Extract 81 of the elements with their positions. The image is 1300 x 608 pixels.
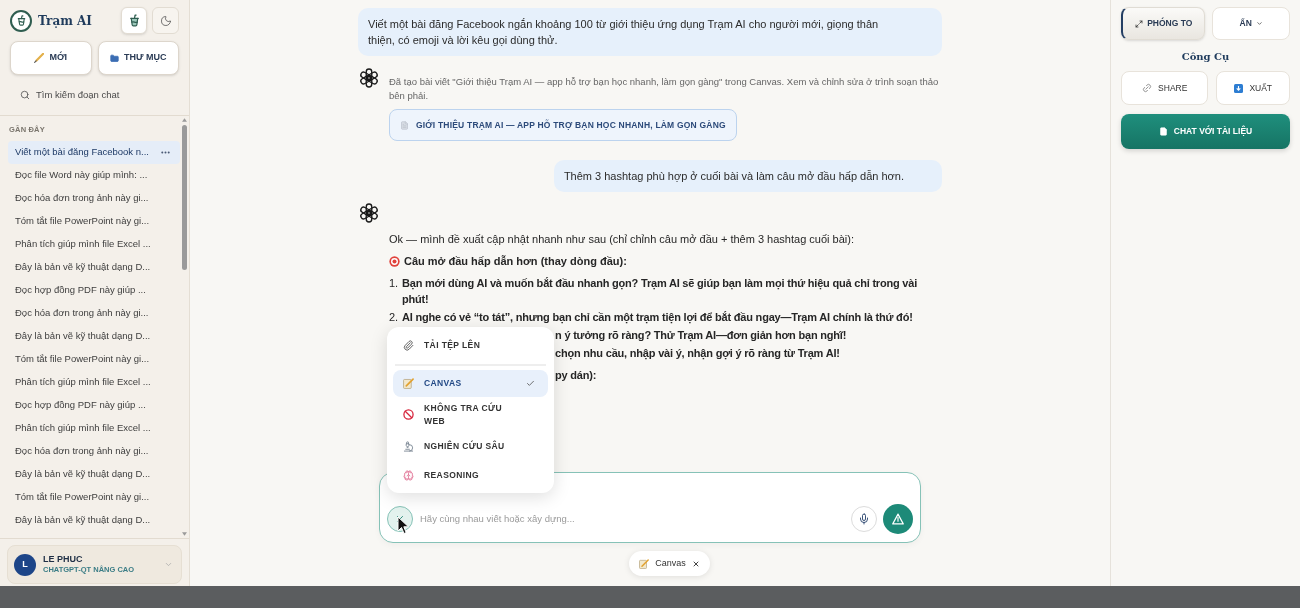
new-chat-button[interactable]: MỚI xyxy=(10,41,92,75)
check-icon xyxy=(526,379,535,388)
panel-title: Công Cụ xyxy=(1180,50,1231,64)
scroll-down-icon[interactable] xyxy=(182,532,187,536)
chat-history-item[interactable]: Đọc hóa đơn trong ảnh này gi... xyxy=(8,302,180,325)
chat-history-item[interactable]: Đây là bản vẽ kỹ thuật dạng D... xyxy=(8,325,180,348)
chat-history-item[interactable]: Đây là bản vẽ kỹ thuật dạng D... xyxy=(8,509,180,532)
search-field[interactable]: Tìm kiếm đoạn chat xyxy=(36,87,176,103)
cup-button[interactable] xyxy=(121,7,147,34)
dark-mode-button[interactable] xyxy=(152,7,179,34)
chat-history-item[interactable]: Đây là bản vẽ kỹ thuật dạng D... xyxy=(8,463,180,486)
list-item-text: Bạn mới dùng AI và muốn bắt đầu nhanh gọn? Trạm AI sẽ giúp bạn làm mọi thứ hiệu quả chỉ trong vài phút! xyxy=(402,276,919,307)
menu-item[interactable]: KHÔNG TRA CỨU WEB xyxy=(393,398,548,431)
caret-down-icon xyxy=(1255,20,1263,27)
mouse-cursor-icon xyxy=(397,516,409,535)
folder-icon xyxy=(110,53,119,63)
close-icon[interactable] xyxy=(691,559,700,568)
list-number: 2. xyxy=(389,310,400,325)
chat-history-item[interactable]: Đọc file Word này giúp mình: ... xyxy=(8,164,180,187)
folder-button[interactable]: THƯ MỤC xyxy=(97,41,179,75)
logo-icon xyxy=(10,9,32,32)
chat-with-document-button[interactable]: CHAT VỚI TÀI LIỆU xyxy=(1121,114,1290,149)
search-icon xyxy=(20,90,30,100)
document-icon xyxy=(1158,127,1168,136)
pencil-icon xyxy=(34,53,45,63)
chat-history-item[interactable]: Phân tích giúp mình file Excel ... xyxy=(8,417,180,440)
microphone-button[interactable] xyxy=(851,506,877,532)
file-icon xyxy=(400,120,409,130)
prohibited-icon xyxy=(403,409,414,420)
menu-item[interactable]: TẢI TỆP LÊN xyxy=(393,330,548,360)
reply-heading: Câu mở đầu hấp dẫn hơn (thay dòng đầu): xyxy=(404,254,627,269)
knot-icon xyxy=(358,67,380,89)
export-button[interactable]: XUẤT xyxy=(1216,71,1290,105)
menu-item[interactable]: REASONING xyxy=(393,461,548,489)
list-item-text: AI nghe có vẻ “to tát”, nhưng bạn chỉ cần một trạm tiện lợi để bắt đầu ngay—Trạm AI chính là thứ đó! xyxy=(402,310,913,325)
chat-history-item[interactable]: Đọc hợp đồng PDF này giúp ... xyxy=(8,279,180,302)
chat-history-item[interactable]: Tóm tắt file PowerPoint này gi... xyxy=(8,348,180,371)
chat-history-item[interactable]: Đọc hợp đồng PDF này giúp ... xyxy=(8,394,180,417)
chat-history-item[interactable]: Tóm tắt file PowerPoint này gi... xyxy=(8,210,180,233)
chat-history-item[interactable]: Đọc hóa đơn trong ảnh này gi... xyxy=(8,440,180,463)
microscope-icon xyxy=(403,440,414,452)
target-icon xyxy=(389,255,400,267)
section-heading-fragment: py dán): xyxy=(555,368,598,383)
share-button[interactable]: SHARE xyxy=(1121,71,1209,105)
list-item-fragment: chọn nhu cầu, nhập vài ý, nhận gợi ý rõ ràng từ Trạm AI! xyxy=(555,346,841,361)
memo-icon xyxy=(403,378,414,389)
scrollbar-thumb[interactable] xyxy=(182,125,187,270)
chat-history-item[interactable]: Tóm tắt file PowerPoint này gi... xyxy=(8,486,180,509)
reply-intro: Ok — mình đề xuất cập nhật nhanh như sau (chỉ chỉnh câu mở đầu + thêm 3 hashtag cuối bài): xyxy=(389,232,855,247)
avatar: L xyxy=(14,553,36,576)
send-button[interactable] xyxy=(883,504,913,534)
cup-icon xyxy=(127,14,141,27)
scroll-up-icon[interactable] xyxy=(182,118,187,122)
user-name: LE PHUC xyxy=(43,554,84,565)
chat-history-item[interactable]: Phân tích giúp mình file Excel ... xyxy=(8,233,180,256)
document-link[interactable]: GIỚI THIỆU TRẠM AI — APP HỖ TRỢ BẠN HỌC NHANH, LÀM GỌN GÀNG xyxy=(389,109,737,141)
assistant-note: Đã tạo bài viết "Giới thiệu Trạm AI — app hỗ trợ bạn học nhanh, làm gọn gàng" trong Canvas. Xem và chỉnh sửa ở trình soạn thảo bên phải. xyxy=(389,75,940,103)
chip-label: Canvas xyxy=(655,556,686,570)
list-item-fragment: n ý tưởng rõ ràng? Thử Trạm AI—đơn giản hơn bạn nghĩ! xyxy=(555,328,848,343)
user-message-bubble: Thêm 3 hashtag phù hợp ở cuối bài và làm câu mở đầu hấp dẫn hơn. xyxy=(553,160,942,192)
paperclip-icon xyxy=(403,339,414,351)
maximize-button[interactable]: PHÓNG TO xyxy=(1121,7,1206,40)
memo-icon xyxy=(639,558,650,569)
triangle-icon xyxy=(892,513,904,525)
menu-item[interactable]: CANVAS xyxy=(393,370,548,397)
menu-item[interactable]: NGHIÊN CỨU SÂU xyxy=(393,432,548,460)
knot-icon xyxy=(358,202,380,224)
chat-history-item[interactable]: Phân tích giúp mình file Excel ... xyxy=(8,371,180,394)
chat-history-item[interactable]: Đây là bản vẽ kỹ thuật dạng D... xyxy=(8,256,180,279)
message-field[interactable]: Hãy cùng nhau viết hoặc xây dựng... xyxy=(420,511,851,527)
chat-history-item[interactable]: Viết một bài đăng Facebook n... xyxy=(8,141,180,164)
brain-icon xyxy=(403,469,414,481)
list-number: 1. xyxy=(389,276,400,291)
brand-title: Trạm AI xyxy=(38,12,92,30)
hide-button[interactable]: ẤN xyxy=(1212,7,1290,40)
microphone-icon xyxy=(858,513,870,525)
user-message-bubble: Viết một bài đăng Facebook ngắn khoảng 100 từ giới thiệu ứng dụng Trạm AI cho người mới, giọng thân thiện, có emoji và lời kêu gọi dùng thử. xyxy=(358,8,942,56)
moon-icon xyxy=(159,14,172,27)
download-icon xyxy=(1234,83,1244,93)
expand-icon xyxy=(1135,19,1144,28)
chat-history-item[interactable]: Đọc hóa đơn trong ảnh này gi... xyxy=(8,187,180,210)
